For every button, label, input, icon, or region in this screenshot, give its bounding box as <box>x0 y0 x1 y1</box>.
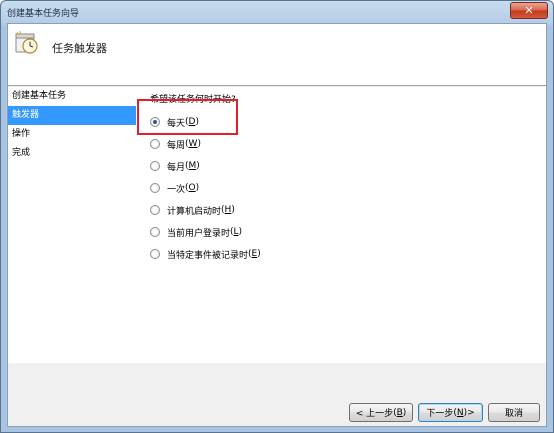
radio-button-monthly[interactable] <box>150 161 160 171</box>
wizard-footer: < 上一步(B) 下一步(N) > 取消 <box>8 363 546 426</box>
radio-button-once[interactable] <box>150 183 160 193</box>
wizard-client-area: 任务触发器 创建基本任务 触发器 操作 完成 希望该任务何时开始? 每天(D) … <box>7 23 547 427</box>
radio-button-at-logon[interactable] <box>150 227 160 237</box>
radio-button-daily[interactable] <box>150 117 160 127</box>
sidebar-item-finish[interactable]: 完成 <box>8 144 138 163</box>
window-title: 创建基本任务向导 <box>7 9 80 19</box>
question-label: 希望该任务何时开始? <box>150 95 236 105</box>
page-title: 任务触发器 <box>52 42 107 55</box>
radio-on-event[interactable]: 当特定事件被记录时(E) <box>150 246 261 262</box>
wizard-window: 创建基本任务向导 ✕ 任务触发器 创建基本任务 触发器 操作 完成 希望该任务何… <box>0 0 554 433</box>
sidebar-item-trigger[interactable]: 触发器 <box>8 106 136 125</box>
clock-task-icon <box>15 30 38 54</box>
radio-button-at-startup[interactable] <box>150 205 160 215</box>
radio-weekly[interactable]: 每周(W) <box>150 136 201 152</box>
next-button[interactable]: 下一步(N) > <box>418 403 483 422</box>
radio-monthly[interactable]: 每月(M) <box>150 158 200 174</box>
radio-at-logon[interactable]: 当前用户登录时(L) <box>150 224 242 240</box>
close-button[interactable]: ✕ <box>510 2 548 19</box>
close-icon: ✕ <box>524 4 534 17</box>
cancel-button[interactable]: 取消 <box>488 403 540 422</box>
sidebar-item-create-basic-task[interactable]: 创建基本任务 <box>8 87 138 106</box>
wizard-header: 任务触发器 <box>8 24 546 86</box>
title-bar[interactable]: 创建基本任务向导 ✕ <box>1 1 553 23</box>
radio-button-weekly[interactable] <box>150 139 160 149</box>
back-button[interactable]: < 上一步(B) <box>349 403 413 422</box>
radio-at-startup[interactable]: 计算机启动时(H) <box>150 202 235 218</box>
radio-button-on-event[interactable] <box>150 249 160 259</box>
radio-daily[interactable]: 每天(D) <box>150 114 199 130</box>
sidebar-item-action[interactable]: 操作 <box>8 125 138 144</box>
radio-once[interactable]: 一次(O) <box>150 180 199 196</box>
